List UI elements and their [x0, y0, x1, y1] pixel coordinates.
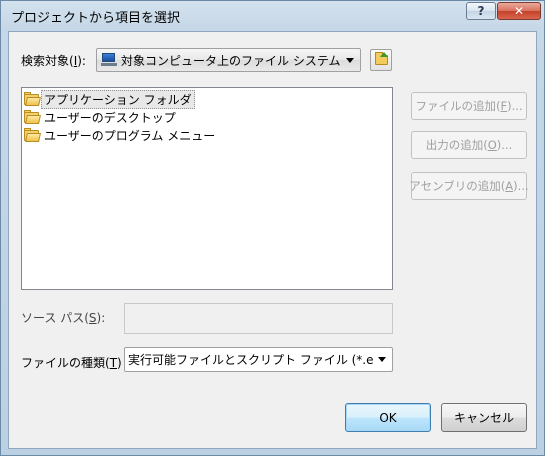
computer-icon: [101, 53, 117, 67]
cancel-button[interactable]: キャンセル: [441, 403, 527, 432]
lookin-dropdown[interactable]: 対象コンピュータ上のファイル システム: [96, 48, 361, 72]
list-item-label: ユーザーのプログラム メニュー: [44, 128, 216, 143]
dialog-client-area: 検索対象(I): 対象コンピュータ上のファイル システム アプリケーション フォ…: [8, 31, 537, 449]
folder-icon: [24, 110, 41, 124]
close-button[interactable]: ✕: [497, 2, 541, 20]
source-path-field[interactable]: [124, 303, 393, 334]
add-assembly-button[interactable]: アセンブリの追加(A)...: [409, 172, 529, 200]
lookin-label: 検索対象(I):: [21, 54, 86, 68]
folder-icon: [24, 128, 41, 142]
file-type-label: ファイルの種類(T): [21, 356, 122, 370]
help-button[interactable]: ?: [466, 2, 496, 20]
close-icon: ✕: [513, 4, 525, 18]
file-type-value: 実行可能ファイルとスクリプト ファイル (*.e: [128, 353, 374, 367]
list-item-user-programs-menu[interactable]: ユーザーのプログラム メニュー: [24, 126, 218, 144]
application-folder-icon: [24, 92, 41, 106]
list-item-label: アプリケーション フォルダ: [41, 89, 195, 109]
chevron-down-icon: [346, 57, 354, 63]
ok-button[interactable]: OK: [345, 403, 431, 432]
source-path-label: ソース パス(S):: [21, 311, 106, 325]
title-bar[interactable]: プロジェクトから項目を選択 ? ✕: [1, 1, 544, 31]
chevron-down-icon: [378, 357, 386, 362]
window-title: プロジェクトから項目を選択: [11, 11, 181, 26]
list-item-user-desktop[interactable]: ユーザーのデスクトップ: [24, 108, 179, 126]
file-type-dropdown[interactable]: 実行可能ファイルとスクリプト ファイル (*.e: [124, 347, 393, 372]
arrow-up-icon: [380, 52, 388, 57]
add-file-button[interactable]: ファイルの追加(F)...: [411, 92, 527, 120]
list-item-application-folder[interactable]: アプリケーション フォルダ: [24, 89, 195, 109]
dialog-window: プロジェクトから項目を選択 ? ✕ 検索対象(I): 対象コンピュータ上のファイ…: [0, 0, 545, 456]
folder-up-button[interactable]: [370, 49, 392, 71]
help-icon: ?: [477, 4, 485, 18]
folder-list[interactable]: アプリケーション フォルダ ユーザーのデスクトップ ユーザーのプログラム メニュ…: [21, 87, 393, 290]
lookin-value: 対象コンピュータ上のファイル システム: [121, 53, 341, 68]
add-output-button[interactable]: 出力の追加(O)...: [411, 131, 527, 159]
list-item-label: ユーザーのデスクトップ: [44, 110, 176, 125]
